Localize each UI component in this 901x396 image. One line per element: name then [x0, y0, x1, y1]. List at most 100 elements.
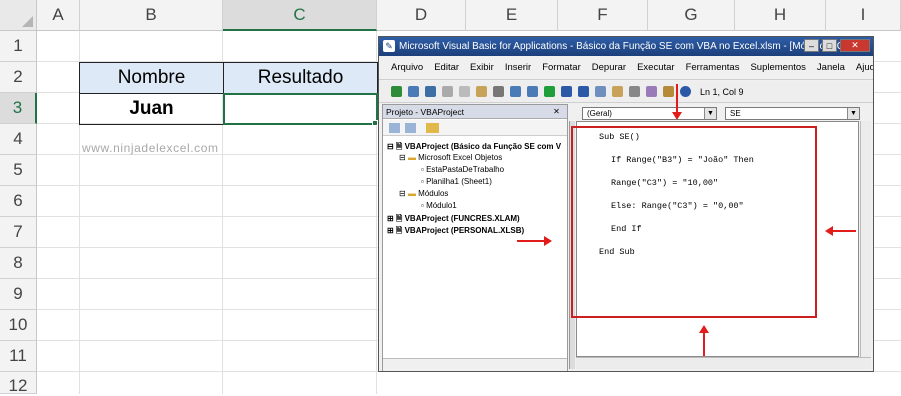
- menu-formatar[interactable]: Formatar: [542, 62, 581, 73]
- code-vertical-scrollbar[interactable]: [860, 121, 871, 357]
- annotation-arrow-left: [832, 230, 856, 232]
- excel-view-icon[interactable]: [391, 86, 402, 97]
- close-icon[interactable]: ✕: [551, 106, 562, 117]
- row-header-8[interactable]: 8: [0, 248, 37, 279]
- tree-item-personal[interactable]: ⊞ 🗎 VBAProject (PERSONAL.XLSB): [387, 225, 524, 239]
- menu-depurar[interactable]: Depurar: [592, 62, 626, 73]
- row-header-6[interactable]: 6: [0, 186, 37, 217]
- vba-toolbar: Ln 1, Col 9: [379, 81, 873, 103]
- row-header-2[interactable]: 2: [0, 62, 37, 93]
- menu-inserir[interactable]: Inserir: [505, 62, 531, 73]
- arrowhead-icon: [699, 325, 709, 333]
- menu-arquivo[interactable]: Arquivo: [391, 62, 423, 73]
- column-header-b[interactable]: B: [80, 0, 223, 31]
- minimize-icon[interactable]: –: [804, 39, 819, 52]
- highlight-box: [571, 126, 817, 318]
- project-explorer-scrollbar[interactable]: [383, 358, 567, 371]
- menu-editar[interactable]: Editar: [434, 62, 459, 73]
- reset-icon[interactable]: [578, 86, 589, 97]
- arrowhead-icon: [825, 226, 833, 236]
- tree-item-sheet1[interactable]: ▫ Planilha1 (Sheet1): [421, 177, 492, 186]
- close-icon[interactable]: ✕: [840, 39, 870, 52]
- view-code-icon[interactable]: [389, 123, 400, 133]
- copy-icon[interactable]: [459, 86, 470, 97]
- cut-icon[interactable]: [442, 86, 453, 97]
- menu-janela[interactable]: Janela: [817, 62, 845, 73]
- annotation-arrow-up: [703, 332, 705, 356]
- tree-item-modules[interactable]: ⊟ ▬ Módulos: [399, 189, 448, 198]
- cell-b2[interactable]: Nombre: [79, 62, 224, 94]
- arrowhead-icon: [672, 112, 682, 120]
- row-header-7[interactable]: 7: [0, 217, 37, 248]
- pause-icon[interactable]: [561, 86, 572, 97]
- insert-module-icon[interactable]: [408, 86, 419, 97]
- cell-b3[interactable]: Juan: [79, 93, 224, 125]
- procedure-combo[interactable]: SE ▼: [725, 107, 860, 120]
- toggle-folders-icon[interactable]: [426, 123, 439, 133]
- column-header-g[interactable]: G: [648, 0, 735, 31]
- vba-app-icon: ✎: [383, 40, 395, 52]
- project-explorer-toolbar: [383, 120, 567, 136]
- paste-icon[interactable]: [476, 86, 487, 97]
- menu-ferramentas[interactable]: Ferramentas: [686, 62, 740, 73]
- tree-label: Planilha1 (Sheet1): [426, 177, 492, 186]
- view-object-icon[interactable]: [405, 123, 416, 133]
- cell-c3-active[interactable]: [223, 93, 378, 125]
- object-combo[interactable]: (Geral) ▼: [582, 107, 717, 120]
- object-combo-value: (Geral): [587, 109, 612, 118]
- annotation-arrow-right: [517, 240, 545, 242]
- menu-executar[interactable]: Executar: [637, 62, 675, 73]
- column-header-f[interactable]: F: [558, 0, 648, 31]
- row-header-3[interactable]: 3: [0, 93, 37, 124]
- vba-menu-bar: Arquivo Editar Exibir Inserir Formatar D…: [379, 56, 873, 80]
- tree-label: VBAProject (Básico da Função SE com V: [404, 142, 562, 151]
- row-header-12[interactable]: 12: [0, 372, 37, 395]
- cursor-position: Ln 1, Col 9: [700, 86, 744, 97]
- vba-title: Microsoft Visual Basic for Applications …: [399, 41, 864, 52]
- project-explorer-title: Projeto - VBAProject: [383, 105, 567, 119]
- tree-label: Módulo1: [426, 201, 457, 210]
- column-header-e[interactable]: E: [466, 0, 558, 31]
- tree-label: Microsoft Excel Objetos: [418, 153, 503, 162]
- redo-icon[interactable]: [527, 86, 538, 97]
- maximize-icon[interactable]: □: [822, 39, 837, 52]
- design-mode-icon[interactable]: [595, 86, 606, 97]
- tree-label: VBAProject (FUNCRES.XLAM): [404, 214, 520, 223]
- menu-ajuda[interactable]: Ajuda: [856, 62, 873, 73]
- row-header-1[interactable]: 1: [0, 31, 37, 62]
- row-header-11[interactable]: 11: [0, 341, 37, 372]
- save-icon[interactable]: [425, 86, 436, 97]
- project-explorer-icon[interactable]: [612, 86, 623, 97]
- help-icon[interactable]: [680, 86, 691, 97]
- properties-icon[interactable]: [629, 86, 640, 97]
- run-icon[interactable]: [544, 86, 555, 97]
- menu-exibir[interactable]: Exibir: [470, 62, 494, 73]
- row-header-4[interactable]: 4: [0, 124, 37, 155]
- column-header-h[interactable]: H: [735, 0, 826, 31]
- procedure-combo-value: SE: [730, 109, 741, 118]
- find-icon[interactable]: [493, 86, 504, 97]
- column-header-c[interactable]: C: [223, 0, 377, 31]
- vba-title-bar: ✎ Microsoft Visual Basic for Application…: [379, 37, 873, 56]
- tree-item-modulo1[interactable]: ▫ Módulo1: [421, 201, 457, 210]
- column-header-a[interactable]: A: [37, 0, 80, 31]
- tree-item-workbook[interactable]: ▫ EstaPastaDeTrabalho: [421, 165, 504, 174]
- menu-suplementos[interactable]: Suplementos: [750, 62, 805, 73]
- annotation-arrow-down: [676, 84, 678, 114]
- project-explorer-pane: Projeto - VBAProject ✕ ⊟ 🗎 VBAProject (B…: [382, 104, 568, 371]
- toolbox-icon[interactable]: [663, 86, 674, 97]
- select-all-corner[interactable]: [0, 0, 37, 31]
- object-browser-icon[interactable]: [646, 86, 657, 97]
- row-header-9[interactable]: 9: [0, 279, 37, 310]
- undo-icon[interactable]: [510, 86, 521, 97]
- row-header-5[interactable]: 5: [0, 155, 37, 186]
- chevron-down-icon[interactable]: ▼: [704, 108, 716, 119]
- chevron-down-icon[interactable]: ▼: [847, 108, 859, 119]
- tree-item-excel-objects[interactable]: ⊟ ▬ Microsoft Excel Objetos: [399, 153, 502, 162]
- column-header-i[interactable]: I: [826, 0, 901, 31]
- code-horizontal-scrollbar[interactable]: [576, 357, 871, 369]
- row-header-10[interactable]: 10: [0, 310, 37, 341]
- watermark: www.ninjadelexcel.com: [82, 141, 219, 155]
- cell-c2[interactable]: Resultado: [223, 62, 378, 94]
- column-header-d[interactable]: D: [377, 0, 466, 31]
